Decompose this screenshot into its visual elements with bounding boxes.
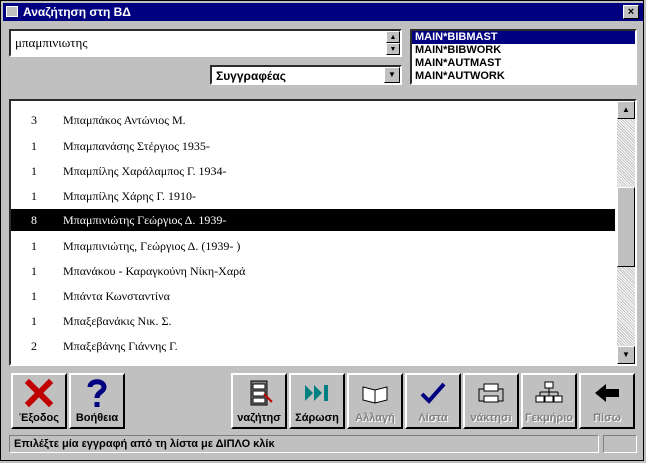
scroll-thumb[interactable]: [617, 187, 635, 267]
list-item[interactable]: 3 Μπαμπάκος Αντώνιος Μ.: [11, 109, 615, 131]
list-item[interactable]: 1 Μπαμπανάσης Στέργιος 1935-: [11, 135, 615, 157]
open-book-icon: [349, 377, 401, 409]
field-select-value: Συγγραφέας: [216, 69, 286, 83]
list-item[interactable]: 2 Μπαξεβάνης Γιάννης Γ.: [11, 335, 615, 357]
back-button[interactable]: Πίσω: [579, 373, 635, 429]
scan-label: Σάρωση: [295, 412, 339, 424]
database-list[interactable]: MAIN*BIBMAST MAIN*BIBWORK MAIN*AUTMAST M…: [410, 29, 637, 85]
window-title: Αναζήτηση στη ΒΔ: [23, 5, 131, 19]
search-input[interactable]: μπαμπινιωτης ▲ ▼: [9, 29, 402, 57]
list-item[interactable]: 1 Μπαμπίλης Χαράλαμπος Γ. 1934-: [11, 160, 615, 182]
spin-down-icon[interactable]: ▼: [386, 43, 400, 55]
scroll-up-icon[interactable]: ▲: [617, 101, 635, 119]
item-name: Μπαμπινιώτης Γεώργιος Δ. 1939-: [63, 213, 227, 227]
item-name: Μπαξεβάνης Γιάννης Γ.: [63, 339, 178, 353]
item-name: Μπαμπίλης Χαράλαμπος Γ. 1934-: [63, 164, 227, 178]
list-button[interactable]: Λίστα: [405, 373, 461, 429]
list-item-selected[interactable]: 8 Μπαμπινιώτης Γεώργιος Δ. 1939-: [11, 209, 615, 231]
item-name: Μπάντα Κωνσταντίνα: [63, 289, 170, 303]
chevron-down-icon[interactable]: ▼: [384, 67, 400, 83]
spin-up-icon[interactable]: ▲: [386, 31, 400, 43]
help-label: Βοήθεια: [75, 412, 119, 424]
tree-button[interactable]: Γεκμήριο: [521, 373, 577, 429]
fast-forward-icon: [291, 377, 343, 409]
database-item[interactable]: MAIN*AUTMAST: [412, 57, 635, 70]
file-cabinet-icon: [233, 377, 285, 409]
hierarchy-icon: [523, 377, 575, 409]
item-count: 1: [31, 189, 37, 203]
search-label: ναζήτησ: [237, 412, 281, 424]
scan-button[interactable]: Σάρωση: [289, 373, 345, 429]
item-name: Μπαμπάκος Αντώνιος Μ.: [63, 113, 186, 127]
item-count: 1: [31, 164, 37, 178]
database-item[interactable]: MAIN*BIBMAST: [412, 31, 635, 44]
item-name: Μπαμπανάσης Στέργιος 1935-: [63, 139, 210, 153]
retrieve-label: νάκτησι: [470, 412, 512, 424]
status-bar: Επιλέξτε μία εγγραφή από τη λίστα με ΔΙΠ…: [9, 435, 599, 453]
item-count: 2: [31, 339, 37, 353]
exit-button[interactable]: Έξοδος: [11, 373, 67, 429]
back-label: Πίσω: [593, 412, 621, 424]
item-count: 1: [31, 314, 37, 328]
app-icon: [6, 6, 18, 17]
help-button[interactable]: Βοήθεια: [69, 373, 125, 429]
status-panel: [603, 435, 637, 453]
retrieve-button[interactable]: νάκτησι: [463, 373, 519, 429]
close-button[interactable]: ×: [623, 5, 639, 19]
arrow-left-icon: [581, 377, 633, 409]
tree-label: Γεκμήριο: [525, 412, 573, 424]
item-name: Μπαμπινιώτης, Γεώργιος Δ. (1939- ): [63, 239, 241, 253]
checkmark-icon: [407, 377, 459, 409]
change-label: Αλλαγή: [355, 412, 395, 424]
printer-icon: [465, 377, 517, 409]
change-button[interactable]: Αλλαγή: [347, 373, 403, 429]
exit-label: Έξοδος: [19, 412, 59, 424]
item-name: Μπαμπίλης Χάρης Γ. 1910-: [63, 189, 196, 203]
item-count: 8: [31, 213, 37, 227]
search-window: Αναζήτηση στη ΒΔ × μπαμπινιωτης ▲ ▼ MAIN…: [0, 0, 644, 461]
results-list[interactable]: 3 Μπαμπάκος Αντώνιος Μ. 1 Μπαμπανάσης Στέρ…: [9, 99, 637, 366]
list-item[interactable]: 1 Μπαξεβανάκις Νικ. Σ.: [11, 310, 615, 332]
item-count: 1: [31, 264, 37, 278]
question-mark-icon: [71, 377, 123, 409]
list-item[interactable]: 1 Μπαμπινιώτης, Γεώργιος Δ. (1939- ): [11, 235, 615, 257]
title-bar: Αναζήτηση στη ΒΔ ×: [3, 3, 643, 21]
item-name: Μπαξεβανάκις Νικ. Σ.: [63, 314, 172, 328]
list-item[interactable]: 1 Μπαμπίλης Χάρης Γ. 1910-: [11, 185, 615, 207]
item-count: 1: [31, 239, 37, 253]
search-button[interactable]: ναζήτησ: [231, 373, 287, 429]
database-item[interactable]: MAIN*AUTWORK: [412, 70, 635, 83]
item-count: 1: [31, 289, 37, 303]
field-select[interactable]: Συγγραφέας ▼: [210, 65, 402, 85]
close-x-icon: [13, 377, 65, 409]
search-spinner[interactable]: ▲ ▼: [386, 31, 400, 55]
scroll-down-icon[interactable]: ▼: [617, 346, 635, 364]
database-item[interactable]: MAIN*BIBWORK: [412, 44, 635, 57]
search-value: μπαμπινιωτης: [15, 35, 88, 50]
item-count: 1: [31, 139, 37, 153]
vertical-scrollbar[interactable]: ▲ ▼: [617, 101, 635, 364]
list-label: Λίστα: [418, 412, 448, 424]
item-name: Μπανάκου - Καραγκούνη Νίκη-Χαρά: [63, 264, 246, 278]
item-count: 3: [31, 113, 37, 127]
list-item[interactable]: 1 Μπανάκου - Καραγκούνη Νίκη-Χαρά: [11, 260, 615, 282]
list-item[interactable]: 1 Μπάντα Κωνσταντίνα: [11, 285, 615, 307]
